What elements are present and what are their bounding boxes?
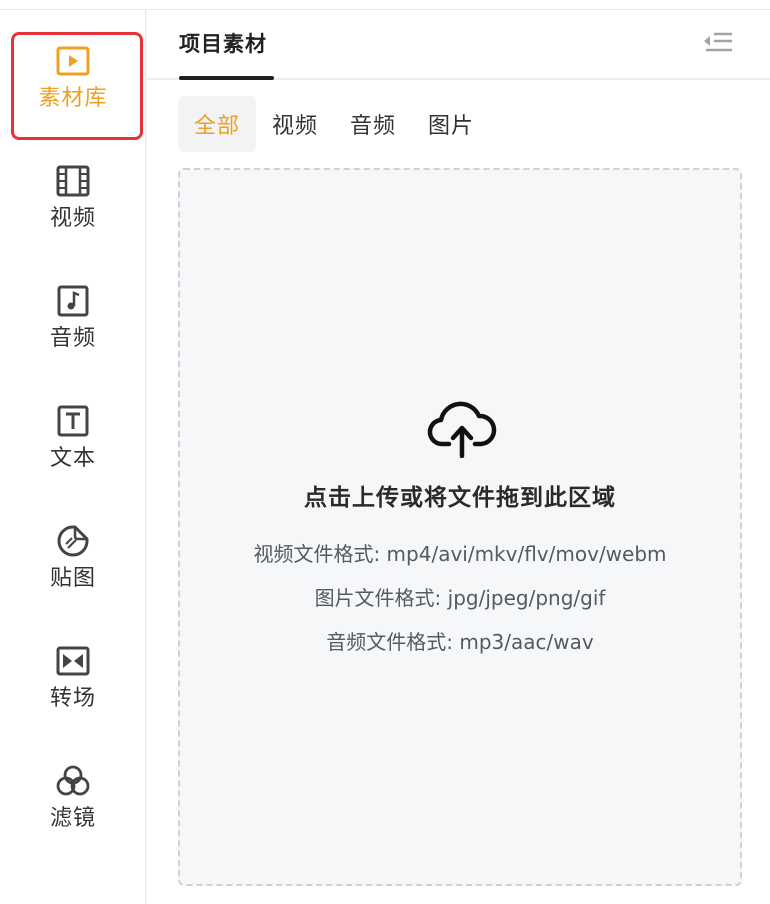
sidebar-item-text[interactable]: 文本: [0, 370, 146, 490]
image-formats-text: 图片文件格式: jpg/jpeg/png/gif: [314, 586, 606, 610]
sidebar-item-label: 贴图: [49, 566, 96, 591]
upload-dropzone[interactable]: 点击上传或将文件拖到此区域 视频文件格式: mp4/avi/mkv/flv/mo…: [178, 168, 742, 886]
panel-header: 项目素材: [147, 10, 770, 80]
collapse-panel-icon[interactable]: [702, 30, 734, 56]
video-formats-text: 视频文件格式: mp4/avi/mkv/flv/mov/webm: [253, 542, 667, 566]
sidebar-item-label: 音频: [49, 326, 96, 351]
tab-all[interactable]: 全部: [178, 96, 257, 152]
sidebar-item-transition[interactable]: 转场: [0, 610, 146, 730]
transition-icon: [54, 642, 92, 680]
app-window: 素材库 视频 音频 文本 贴图 转场 滤镜 项目素材 全部 视频 音频 图片 点…: [0, 0, 770, 904]
sidebar-item-label: 转场: [49, 686, 96, 711]
sidebar-item-filter[interactable]: 滤镜: [0, 730, 146, 850]
page-title: 项目素材: [179, 32, 267, 56]
sidebar: 素材库 视频 音频 文本 贴图 转场 滤镜: [0, 10, 146, 904]
text-t-icon: [54, 402, 92, 440]
sidebar-item-video[interactable]: 视频: [0, 130, 146, 250]
tab-video[interactable]: 视频: [256, 96, 334, 152]
sticker-icon: [54, 522, 92, 560]
top-border: [0, 0, 770, 10]
sidebar-item-label: 素材库: [38, 86, 108, 111]
sidebar-item-sticker[interactable]: 贴图: [0, 490, 146, 610]
music-note-icon: [54, 282, 92, 320]
sidebar-item-audio[interactable]: 音频: [0, 250, 146, 370]
sidebar-item-library[interactable]: 素材库: [0, 10, 146, 130]
play-square-icon: [54, 42, 92, 80]
tab-image[interactable]: 图片: [412, 96, 490, 152]
cloud-upload-icon: [427, 398, 497, 459]
audio-formats-text: 音频文件格式: mp3/aac/wav: [326, 630, 594, 654]
film-icon: [54, 162, 92, 200]
material-panel: 项目素材 全部 视频 音频 图片 点击上传或将文件拖到此区域 视频文件格式: m…: [147, 10, 770, 904]
tab-audio[interactable]: 音频: [334, 96, 412, 152]
filter-circles-icon: [54, 762, 92, 800]
sidebar-item-label: 滤镜: [49, 806, 96, 831]
title-underline: [179, 76, 274, 80]
sidebar-item-label: 视频: [49, 206, 96, 231]
sidebar-item-label: 文本: [49, 446, 96, 471]
filter-tabs: 全部 视频 音频 图片: [178, 96, 490, 152]
dropzone-title: 点击上传或将文件拖到此区域: [304, 485, 616, 511]
